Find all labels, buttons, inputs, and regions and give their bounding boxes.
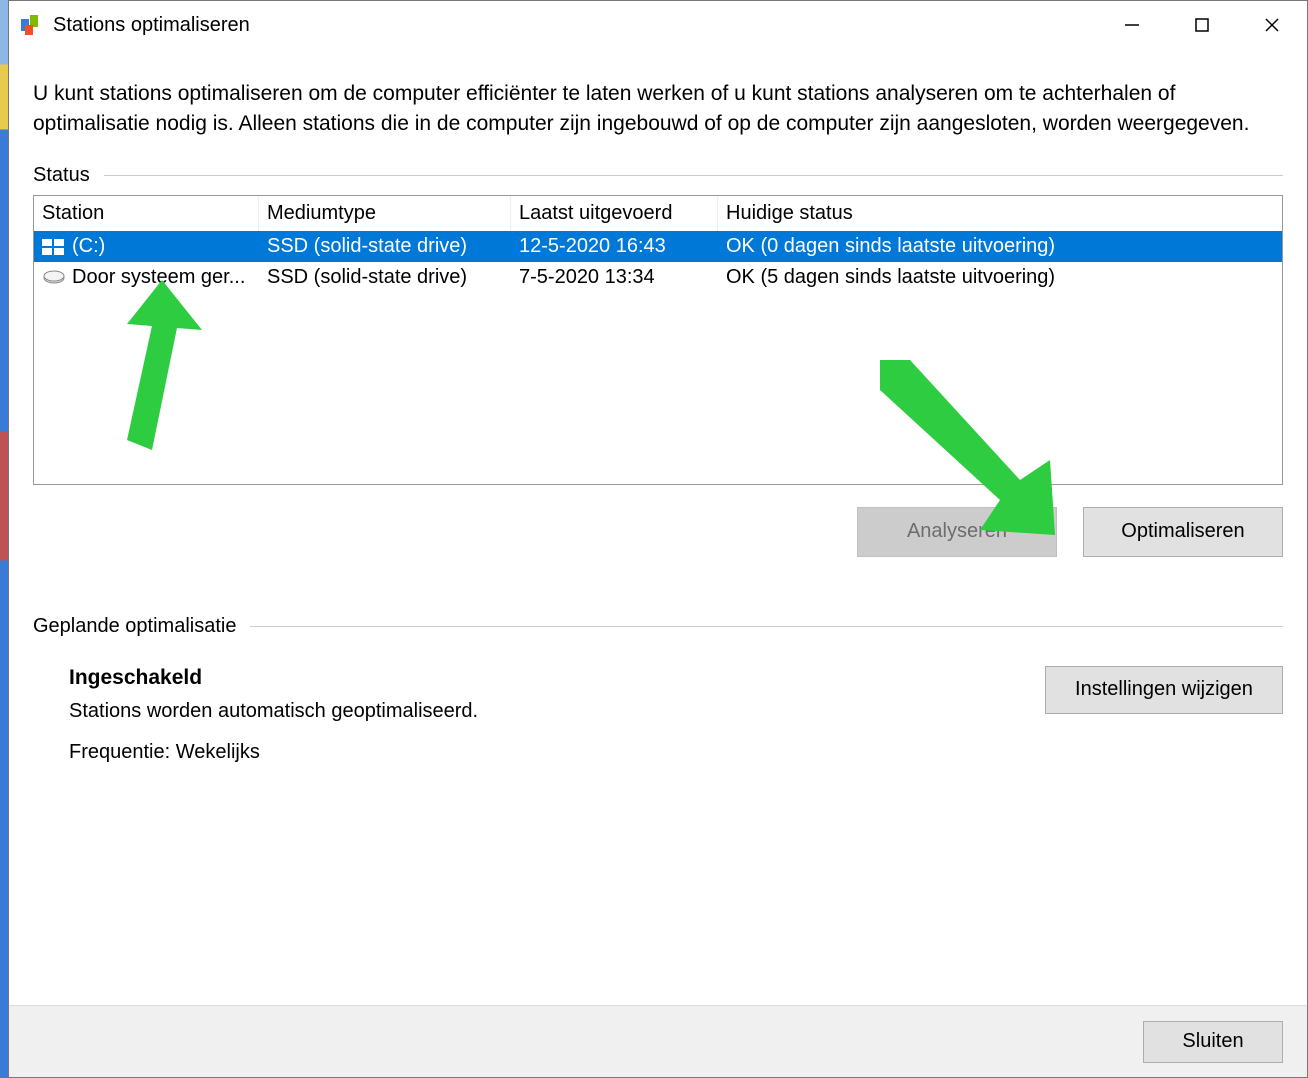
station-last: 12-5-2020 16:43 bbox=[511, 231, 718, 262]
station-name: Door systeem ger... bbox=[72, 266, 245, 289]
col-header-station[interactable]: Station bbox=[34, 196, 259, 231]
status-section-header: Status bbox=[33, 164, 1283, 187]
close-button[interactable]: Sluiten bbox=[1143, 1021, 1283, 1063]
optimize-button[interactable]: Optimaliseren bbox=[1083, 507, 1283, 557]
intro-text: U kunt stations optimaliseren om de comp… bbox=[33, 79, 1283, 140]
maximize-button[interactable] bbox=[1167, 1, 1237, 49]
scheduled-enabled: Ingeschakeld bbox=[69, 666, 478, 690]
scheduled-text: Ingeschakeld Stations worden automatisch… bbox=[33, 666, 478, 764]
close-window-button[interactable] bbox=[1237, 1, 1307, 49]
divider bbox=[104, 175, 1283, 176]
scheduled-desc: Stations worden automatisch geoptimalise… bbox=[69, 700, 478, 723]
minimize-button[interactable] bbox=[1097, 1, 1167, 49]
window-controls bbox=[1097, 1, 1307, 49]
app-icon bbox=[19, 13, 43, 37]
station-status: OK (0 dagen sinds laatste uitvoering) bbox=[718, 231, 1282, 262]
change-settings-button[interactable]: Instellingen wijzigen bbox=[1045, 666, 1283, 714]
station-type: SSD (solid-state drive) bbox=[259, 231, 511, 262]
scheduled-section-header: Geplande optimalisatie bbox=[33, 615, 1283, 638]
list-row[interactable]: (C:) SSD (solid-state drive) 12-5-2020 1… bbox=[34, 231, 1282, 262]
status-label: Status bbox=[33, 164, 90, 187]
analyze-button[interactable]: Analyseren bbox=[857, 507, 1057, 557]
station-name: (C:) bbox=[72, 235, 105, 258]
drive-listview[interactable]: Station Mediumtype Laatst uitgevoerd Hui… bbox=[33, 195, 1283, 485]
footer: Sluiten bbox=[9, 1005, 1307, 1077]
dialog-window: Stations optimaliseren U kunt stations o… bbox=[8, 0, 1308, 1078]
action-row: Analyseren Optimaliseren bbox=[33, 507, 1283, 557]
divider bbox=[250, 626, 1283, 627]
content-area: U kunt stations optimaliseren om de comp… bbox=[9, 49, 1307, 764]
station-last: 7-5-2020 13:34 bbox=[511, 262, 718, 293]
list-header: Station Mediumtype Laatst uitgevoerd Hui… bbox=[34, 196, 1282, 231]
titlebar: Stations optimaliseren bbox=[9, 1, 1307, 49]
col-header-last[interactable]: Laatst uitgevoerd bbox=[511, 196, 718, 231]
window-title: Stations optimaliseren bbox=[53, 14, 1097, 37]
windows-drive-icon bbox=[42, 238, 66, 254]
drive-icon bbox=[42, 269, 66, 285]
station-type: SSD (solid-state drive) bbox=[259, 262, 511, 293]
list-row[interactable]: Door systeem ger... SSD (solid-state dri… bbox=[34, 262, 1282, 293]
scheduled-label: Geplande optimalisatie bbox=[33, 615, 236, 638]
background-strip bbox=[0, 0, 8, 1078]
scheduled-section: Geplande optimalisatie Ingeschakeld Stat… bbox=[33, 615, 1283, 764]
col-header-type[interactable]: Mediumtype bbox=[259, 196, 511, 231]
col-header-status[interactable]: Huidige status bbox=[718, 196, 1282, 231]
station-status: OK (5 dagen sinds laatste uitvoering) bbox=[718, 262, 1282, 293]
scheduled-frequency: Frequentie: Wekelijks bbox=[69, 741, 478, 764]
